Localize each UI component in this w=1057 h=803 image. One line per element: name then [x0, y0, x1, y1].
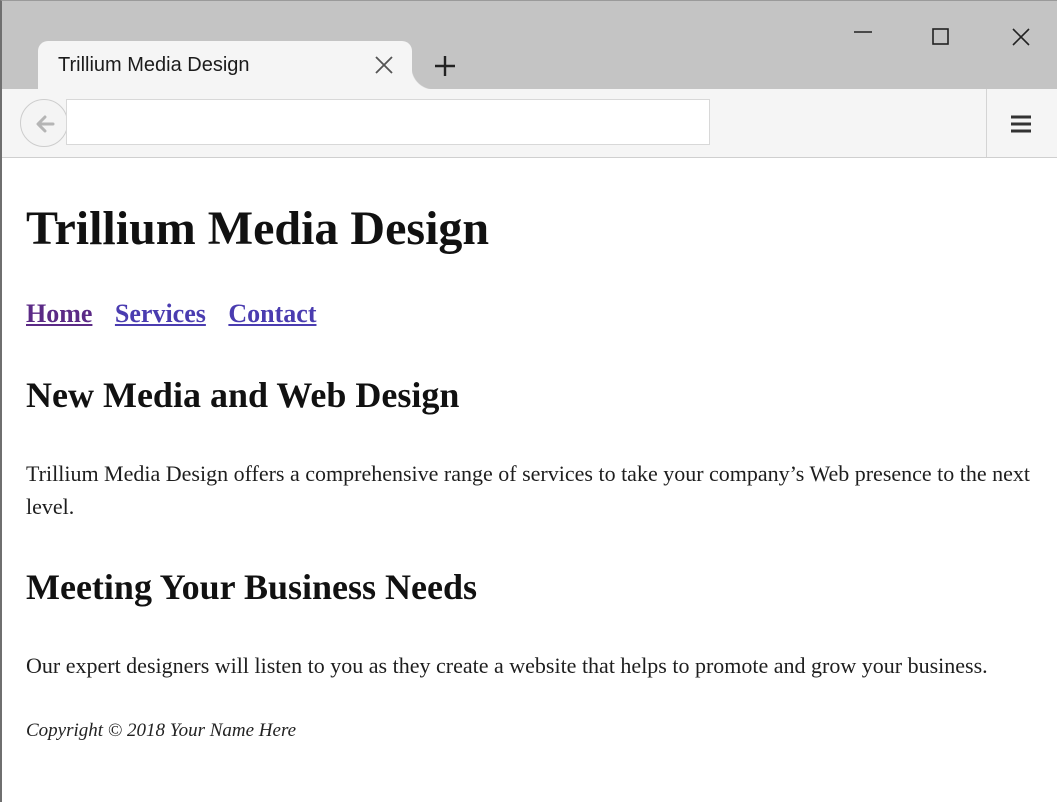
- nav-link-home[interactable]: Home: [26, 299, 92, 328]
- address-bar[interactable]: [66, 99, 710, 145]
- maximize-icon[interactable]: [926, 21, 956, 51]
- section-text-business-needs: Our expert designers will listen to you …: [26, 653, 988, 678]
- page-content: Trillium Media Design Home Services Cont…: [26, 161, 1046, 742]
- toolbar-divider: [986, 89, 987, 157]
- back-arrow-icon: [36, 115, 55, 133]
- browser-window: Trillium Media Design Trillium Media Des…: [0, 0, 1057, 802]
- copyright-footer: Copyright © 2018 Your Name Here: [26, 720, 297, 741]
- back-button[interactable]: [20, 99, 68, 147]
- site-nav: Home Services Contact: [26, 299, 1046, 329]
- section-text-web-design: Trillium Media Design offers a comprehen…: [26, 461, 1031, 519]
- page-title: Trillium Media Design: [26, 202, 490, 255]
- section-heading-web-design: New Media and Web Design: [26, 375, 460, 415]
- tab-title: Trillium Media Design: [58, 54, 250, 76]
- nav-link-contact[interactable]: Contact: [228, 299, 316, 328]
- section-heading-business-needs: Meeting Your Business Needs: [26, 567, 478, 607]
- nav-link-services[interactable]: Services: [115, 299, 206, 328]
- tab-strip: Trillium Media Design: [2, 1, 1057, 91]
- hamburger-menu-icon[interactable]: [1006, 109, 1036, 139]
- close-icon[interactable]: [372, 53, 396, 77]
- plus-icon[interactable]: [432, 53, 458, 79]
- minimize-icon[interactable]: [848, 21, 878, 51]
- browser-tab[interactable]: Trillium Media Design: [38, 41, 434, 91]
- window-close-icon[interactable]: [1006, 21, 1036, 51]
- nav-toolbar: [2, 89, 1057, 158]
